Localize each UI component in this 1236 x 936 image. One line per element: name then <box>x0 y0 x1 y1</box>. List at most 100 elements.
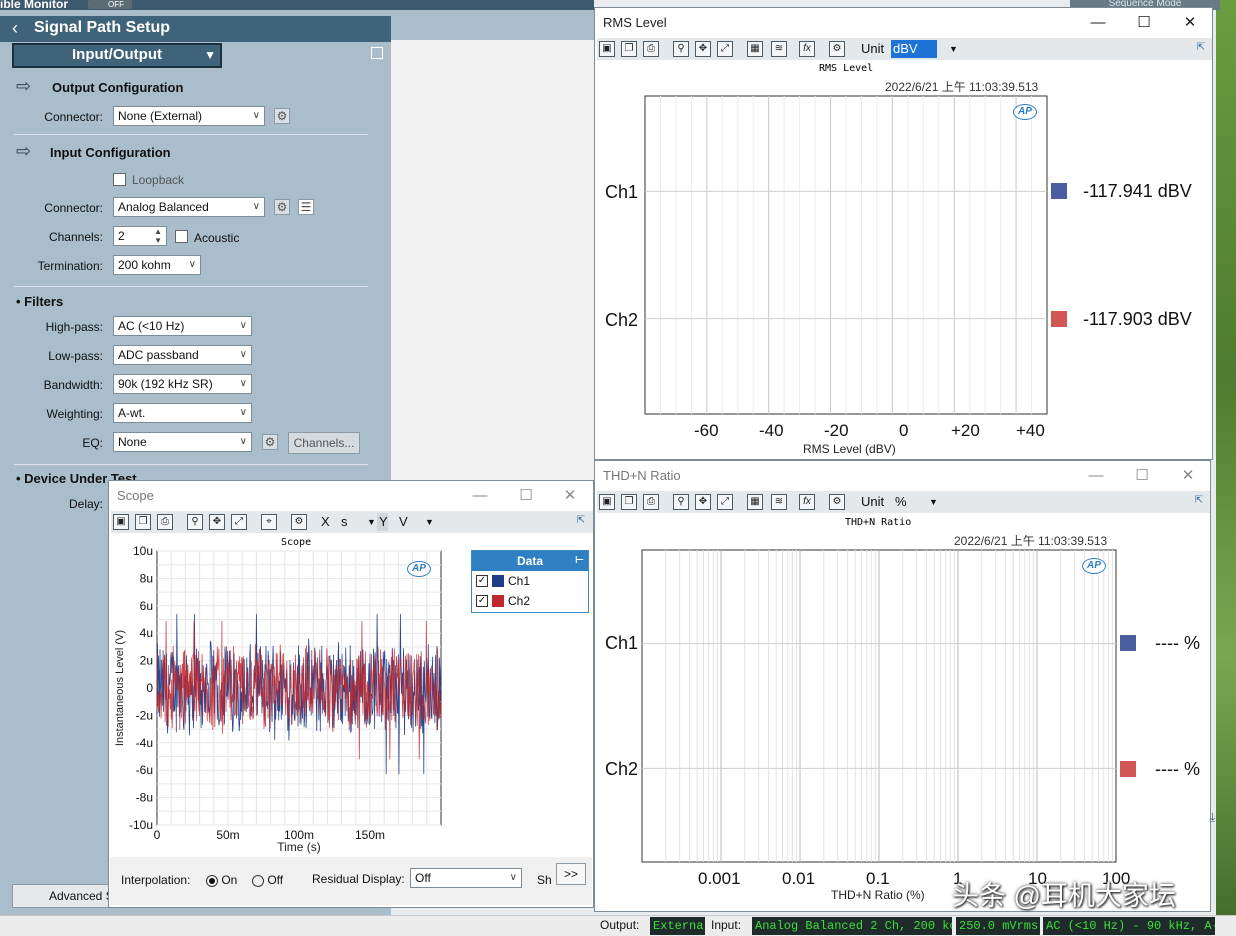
input-connector-label: Connector: <box>44 201 103 215</box>
rms-level-chart <box>644 95 1048 415</box>
termination-select[interactable]: 200 kohm ∨ <box>113 255 201 275</box>
stepper-arrows-icon[interactable]: ▲ ▼ <box>154 227 162 245</box>
divider <box>14 286 368 287</box>
thdn-x-label: THD+N Ratio (%) <box>831 888 925 902</box>
scope-chart: 10u8u6u4u2u0-2u-4u-6u-8u-10u0 50m 100m 150m… <box>114 544 442 854</box>
residual-select[interactable]: Off ∨ <box>410 868 522 888</box>
highpass-select[interactable]: AC (<10 Hz) ∨ <box>113 316 252 336</box>
rms-x-tick: +20 <box>951 421 980 440</box>
thdn-ch2-swatch <box>1120 761 1136 777</box>
thdn-ratio-chart <box>641 549 1117 863</box>
filters-title-text: Filters <box>24 294 64 309</box>
weighting-label: Weighting: <box>46 407 103 421</box>
thdn-x-tick: 0.01 <box>782 869 816 888</box>
output-connector-select[interactable]: None (External) ∨ <box>113 106 265 126</box>
connector-panel-icon[interactable]: ☰ <box>298 199 314 215</box>
scope-x-tick: 0 <box>154 828 161 842</box>
interpolation-on-radio[interactable]: On <box>206 873 237 887</box>
gear-icon[interactable]: ⚙ <box>274 108 290 124</box>
chevron-left-icon[interactable]: ‹ <box>12 16 18 40</box>
status-level-value[interactable]: 250.0 mVrms <box>956 917 1040 935</box>
scope-y-tick: 4u <box>140 626 153 640</box>
chevron-down-icon: ∨ <box>239 407 247 418</box>
top-strip: ible Monitor OFF <box>0 0 594 11</box>
scope-y-tick: -10u <box>129 818 153 832</box>
scope-x-label: Time (s) <box>277 840 321 854</box>
input-connector-select[interactable]: Analog Balanced ∨ <box>113 197 265 217</box>
rms-x-tick: 0 <box>899 421 909 440</box>
scope-y-tick: -6u <box>136 763 153 777</box>
eq-label: EQ: <box>82 436 103 450</box>
weighting-select[interactable]: A-wt. ∨ <box>113 403 252 423</box>
scope-options-bar: Interpolation: On Off Residual Display: … <box>110 857 592 905</box>
lowpass-select[interactable]: ADC passband ∨ <box>113 345 252 365</box>
legend-item-ch1[interactable]: ✓ Ch1 <box>472 571 588 591</box>
io-selector[interactable]: Input/Output ▼ <box>12 43 222 68</box>
scope-y-tick: 8u <box>140 571 153 585</box>
status-input-value[interactable]: Analog Balanced 2 Ch, 200 kohm <box>752 917 952 935</box>
termination-value: 200 kohm <box>118 258 171 272</box>
legend-checkbox[interactable]: ✓ <box>476 575 488 587</box>
filters-title[interactable]: • Filters <box>16 294 63 309</box>
monitor-toggle[interactable]: OFF <box>88 0 132 9</box>
popout-icon[interactable] <box>371 47 383 59</box>
desktop-background <box>1216 0 1236 936</box>
ap-logo: AP <box>1013 104 1037 120</box>
legend-header: Data ⊢ <box>472 551 588 571</box>
bandwidth-select[interactable]: 90k (192 kHz SR) ∨ <box>113 374 252 394</box>
io-selector-label: Input/Output <box>72 46 162 63</box>
rms-ch1-swatch <box>1051 183 1067 199</box>
divider <box>14 134 368 135</box>
weighting-value: A-wt. <box>118 406 146 420</box>
scope-x-tick: 150m <box>355 828 385 842</box>
workspace-area <box>391 40 595 480</box>
scope-y-tick: -2u <box>136 708 153 722</box>
thdn-x-tick: 0.001 <box>698 869 741 888</box>
more-button[interactable]: >> <box>556 863 586 885</box>
residual-value: Off <box>415 871 431 885</box>
chevron-down-icon: ∨ <box>239 320 247 331</box>
termination-label: Termination: <box>37 259 103 273</box>
thdn-x-tick: 0.1 <box>866 869 890 888</box>
loopback-label: Loopback <box>132 173 185 187</box>
rms-x-tick: +40 <box>1016 421 1045 440</box>
ap-logo: AP <box>407 561 431 577</box>
dock-arrow-icon[interactable]: ⤓ <box>1210 810 1224 824</box>
scope-y-tick: 6u <box>140 599 153 613</box>
channels-button[interactable]: Channels... <box>288 432 360 454</box>
status-filter-value[interactable]: AC (<10 Hz) - 90 kHz, A-wt. <box>1043 917 1215 935</box>
acoustic-label: Acoustic <box>194 231 240 245</box>
highpass-value: AC (<10 Hz) <box>118 319 185 333</box>
channels-value: 2 <box>118 229 125 243</box>
output-arrow-icon: ⇨ <box>16 76 32 96</box>
gear-icon[interactable]: ⚙ <box>262 434 278 450</box>
rms-ch2-reading: -117.903 dBV <box>1083 309 1192 329</box>
status-output-value[interactable]: External <box>650 917 705 935</box>
output-config-title: Output Configuration <box>52 80 184 95</box>
ap-logo: AP <box>1082 558 1106 574</box>
legend-checkbox[interactable]: ✓ <box>476 595 488 607</box>
show-label: Sh <box>537 873 552 887</box>
channels-stepper[interactable]: 2 ▲ ▼ <box>113 226 167 246</box>
scope-y-tick: 0 <box>146 681 153 695</box>
channels-label: Channels: <box>48 230 103 244</box>
legend-swatch <box>492 575 504 587</box>
eq-select[interactable]: None ∨ <box>113 432 252 452</box>
legend-item-ch2[interactable]: ✓ Ch2 <box>472 591 588 611</box>
watermark: 头条 @耳机大家坛 <box>952 881 1176 911</box>
interpolation-label: Interpolation: <box>121 873 191 887</box>
radio-off-icon[interactable] <box>252 874 264 887</box>
acoustic-checkbox[interactable] <box>175 230 188 243</box>
loopback-checkbox[interactable] <box>113 173 126 186</box>
pin-icon[interactable]: ⊢ <box>575 551 584 571</box>
rms-level-window: RMS Level — ☐ ✕ ▣ ❐ ⎙ ⚲ ✥ ⤢ ▦ ≋ fx ⚙ Uni… <box>594 7 1213 460</box>
scope-legend: Data ⊢ ✓ Ch1 ✓ Ch2 <box>471 550 589 613</box>
interpolation-off-radio[interactable]: Off <box>252 873 283 887</box>
gear-icon[interactable]: ⚙ <box>274 199 290 215</box>
divider <box>14 464 368 465</box>
thdn-ch1-reading: ---- % <box>1155 633 1200 653</box>
legend-swatch <box>492 595 504 607</box>
rms-ch1-label: Ch1 <box>605 182 639 202</box>
rms-ch2-swatch <box>1051 311 1067 327</box>
radio-on-icon[interactable] <box>206 874 218 887</box>
